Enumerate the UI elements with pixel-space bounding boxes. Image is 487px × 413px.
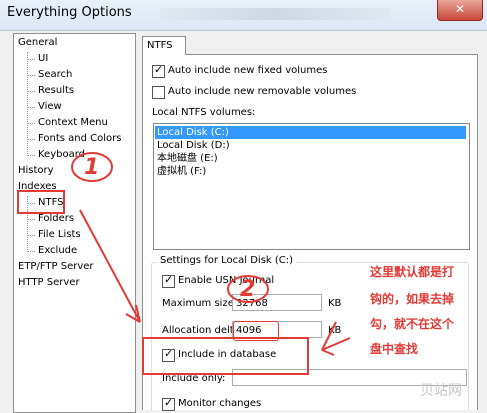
- circle-around-1: [71, 152, 113, 182]
- annotation-note-line-2: 钩的，如果去掉: [370, 292, 455, 306]
- annotation-note-line-3: 勾，就不在这个: [370, 317, 455, 331]
- annotation-note-line-4: 盘中查找: [370, 342, 419, 356]
- annotation-note-line-1: 这里默认都是打: [370, 265, 455, 279]
- watermark: 贝站网: [420, 383, 462, 399]
- arrow-2: [321, 321, 351, 356]
- arrow-1: [79, 209, 141, 323]
- options-window: Everything Options ✕ General UI Search R…: [0, 0, 487, 413]
- circle-around-2: [227, 275, 269, 303]
